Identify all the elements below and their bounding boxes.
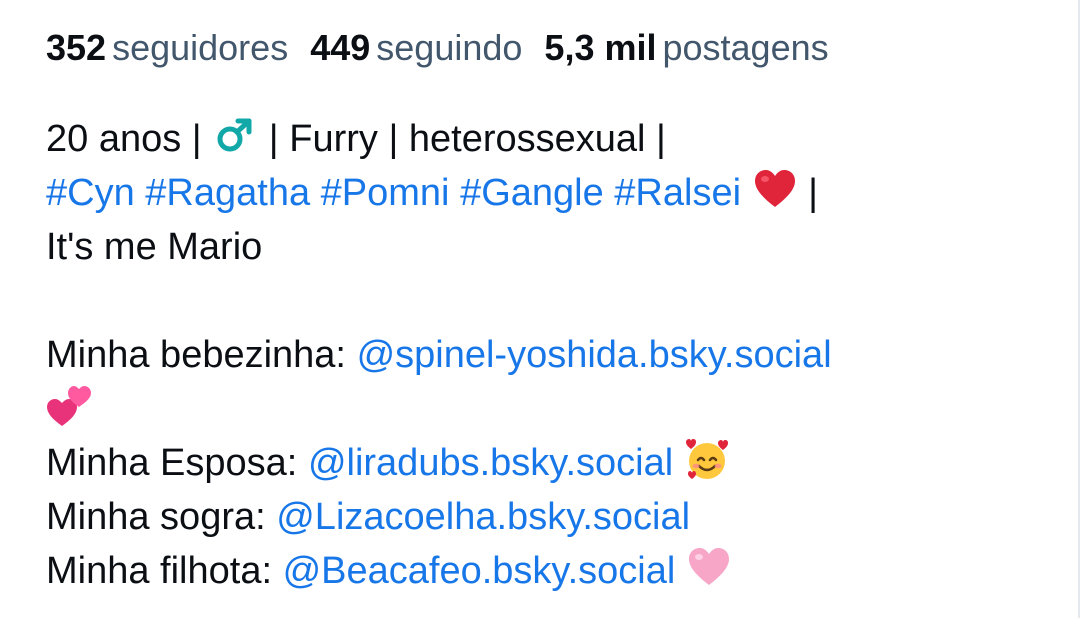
bio-spacer xyxy=(46,274,1046,328)
bio-line-hashtags: #Cyn #Ragatha #Pomni #Gangle #Ralsei | xyxy=(46,166,1046,220)
bio-separator: | xyxy=(268,118,279,160)
hashtag-link[interactable]: #Cyn xyxy=(46,172,135,214)
hashtag-link[interactable]: #Ragatha xyxy=(145,172,310,214)
posts-count: 5,3 mil xyxy=(544,27,657,68)
relation-label: Minha sogra: xyxy=(46,496,266,538)
profile-bio: 20 anos | | Furry | heterossexual | #Cyn… xyxy=(46,112,1046,598)
relation-label: Minha Esposa: xyxy=(46,442,298,484)
followers-label: seguidores xyxy=(112,27,289,68)
bio-furry: Furry xyxy=(289,118,378,160)
bio-tagline: It's me Mario xyxy=(46,226,263,268)
relation-row: Minha bebezinha: @spinel-yoshida.bsky.so… xyxy=(46,328,1046,382)
smiling-face-with-hearts-icon xyxy=(685,439,728,479)
bio-separator: | xyxy=(808,172,819,214)
bio-separator: | xyxy=(191,118,202,160)
relation-row: Minha filhota: @Beacafeo.bsky.social xyxy=(46,544,1046,598)
red-heart-icon xyxy=(754,170,795,207)
male-sign-icon xyxy=(213,118,258,154)
hashtag-link[interactable]: #Pomni xyxy=(321,172,450,214)
mention-link[interactable]: @Lizacoelha.bsky.social xyxy=(276,496,690,538)
following-count: 449 xyxy=(310,27,371,68)
bio-separator: | xyxy=(656,118,666,160)
relation-label: Minha bebezinha: xyxy=(46,334,346,376)
posts-stat: 5,3 mil postagens xyxy=(544,26,828,70)
relation-row: Minha sogra: @Lizacoelha.bsky.social xyxy=(46,490,1046,544)
two-hearts-icon xyxy=(47,386,91,426)
bio-line-tagline: It's me Mario xyxy=(46,220,1046,274)
bio-age: 20 anos xyxy=(46,118,182,160)
followers-count: 352 xyxy=(46,27,107,68)
hashtag-link[interactable]: #Gangle xyxy=(460,172,604,214)
bio-orientation: heterossexual xyxy=(408,118,646,160)
mention-link[interactable]: @spinel-yoshida.bsky.social xyxy=(357,334,832,376)
mention-link[interactable]: @Beacafeo.bsky.social xyxy=(283,550,676,592)
hashtag-link[interactable]: #Ralsei xyxy=(614,172,741,214)
bio-separator: | xyxy=(388,118,399,160)
mention-link[interactable]: @liradubs.bsky.social xyxy=(308,442,673,484)
followers-stat[interactable]: 352 seguidores xyxy=(46,26,288,70)
posts-label: postagens xyxy=(662,27,829,68)
relation-label: Minha filhota: xyxy=(46,550,273,592)
pink-heart-icon xyxy=(688,548,729,585)
profile-panel: 352 seguidores 449 seguindo 5,3 mil postagens… xyxy=(0,0,1080,618)
relation-emoji-row xyxy=(46,382,1046,436)
following-stat[interactable]: 449 seguindo xyxy=(310,26,522,70)
bio-line-identity: 20 anos | | Furry | heterossexual | xyxy=(46,112,1046,166)
profile-stats: 352 seguidores 449 seguindo 5,3 mil postagens xyxy=(46,26,829,70)
following-label: seguindo xyxy=(376,27,523,68)
relation-row: Minha Esposa: @liradubs.bsky.social xyxy=(46,436,1046,490)
